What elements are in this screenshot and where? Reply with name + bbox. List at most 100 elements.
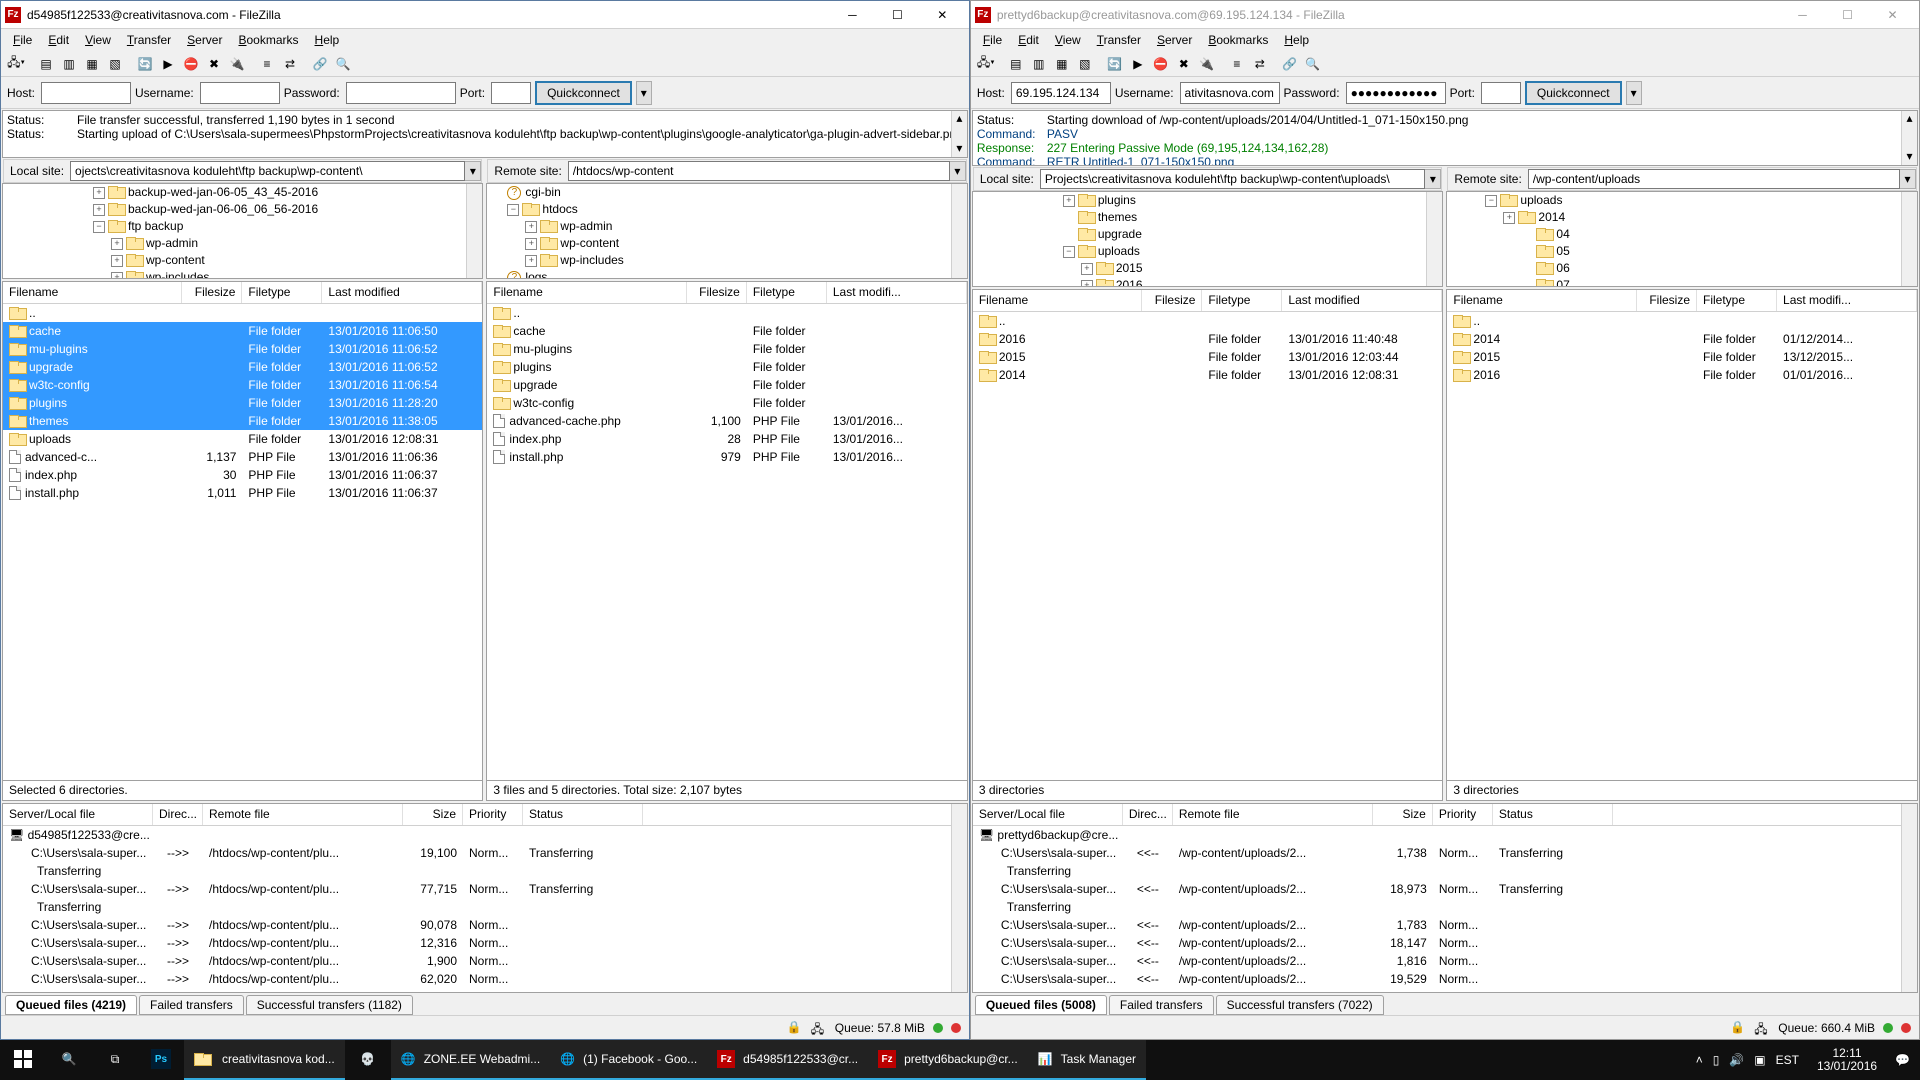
file-row[interactable]: cacheFile folder [487, 322, 966, 340]
tree-node[interactable]: ?cgi-bin [487, 184, 966, 201]
sitemanager-icon[interactable]: 🖧▾ [5, 53, 27, 75]
local-tree[interactable]: +pluginsthemesupgrade−uploads+2015+2016w… [972, 191, 1444, 287]
search-button[interactable]: 🔍 [46, 1040, 92, 1080]
column-header[interactable]: Last modifi... [1777, 290, 1917, 311]
menu-item-transfer[interactable]: Transfer [119, 31, 179, 49]
tree-node[interactable]: +2014 [1447, 209, 1917, 226]
file-row[interactable]: index.php28PHP File13/01/2016... [487, 430, 966, 448]
column-header[interactable]: Filesize [1142, 290, 1202, 311]
disconnect-icon[interactable]: ✖ [203, 53, 225, 75]
menu-item-server[interactable]: Server [179, 31, 230, 49]
reconnect-icon[interactable]: 🔌 [1196, 53, 1218, 75]
remote-site-input[interactable] [568, 161, 950, 181]
file-row[interactable]: mu-pluginsFile folder [487, 340, 966, 358]
maximize-button[interactable]: ☐ [1825, 1, 1870, 29]
column-header[interactable]: Status [1493, 804, 1613, 825]
file-row[interactable]: upgradeFile folder [487, 376, 966, 394]
remote-tree[interactable]: ?cgi-bin−htdocs+wp-admin+wp-content+wp-i… [486, 183, 967, 279]
expand-icon[interactable]: + [1503, 212, 1515, 224]
column-header[interactable]: Direc... [1123, 804, 1173, 825]
queue-row[interactable]: C:\Users\sala-super...-->>/htdocs/wp-con… [3, 952, 967, 970]
expand-icon[interactable]: + [1081, 280, 1093, 288]
queue-row[interactable]: C:\Users\sala-super...<<--/wp-content/up… [973, 934, 1917, 952]
queue-tab[interactable]: Queued files (5008) [975, 995, 1107, 1015]
column-header[interactable]: Remote file [203, 804, 403, 825]
quickconnect-dropdown[interactable]: ▾ [1626, 81, 1642, 105]
file-row[interactable]: 2015File folder13/12/2015... [1447, 348, 1917, 366]
column-header[interactable]: Remote file [1173, 804, 1373, 825]
column-header[interactable]: Filesize [1637, 290, 1697, 311]
expand-icon[interactable]: + [93, 187, 105, 199]
close-button[interactable]: ✕ [1870, 1, 1915, 29]
queue-row[interactable]: C:\Users\sala-super...<<--/wp-content/up… [973, 880, 1917, 898]
username-input[interactable] [1180, 82, 1280, 104]
file-row[interactable]: cacheFile folder13/01/2016 11:06:50 [3, 322, 482, 340]
quickconnect-dropdown[interactable]: ▾ [636, 81, 652, 105]
tray-notifications-icon[interactable]: 💬 [1895, 1053, 1910, 1067]
file-row[interactable]: mu-pluginsFile folder13/01/2016 11:06:52 [3, 340, 482, 358]
toggle-log-icon[interactable]: ▤ [1005, 53, 1027, 75]
toggle-local-tree-icon[interactable]: ▥ [1028, 53, 1050, 75]
tree-node[interactable]: +plugins [973, 192, 1443, 209]
taskbar-filezilla-1[interactable]: Fzd54985f122533@cr... [707, 1040, 868, 1080]
file-row[interactable]: pluginsFile folder13/01/2016 11:28:20 [3, 394, 482, 412]
port-input[interactable] [1481, 82, 1521, 104]
toggle-queue-icon[interactable]: ▧ [104, 53, 126, 75]
column-header[interactable]: Priority [1433, 804, 1493, 825]
taskbar-chrome-2[interactable]: 🌐(1) Facebook - Goo... [550, 1040, 707, 1080]
system-tray[interactable]: ˄ ▯ 🔊 ▣ EST 12:11 13/01/2016 💬 [1686, 1047, 1920, 1073]
taskbar-photoshop[interactable]: Ps [138, 1040, 184, 1080]
column-header[interactable]: Filename [487, 282, 686, 303]
queue-row[interactable]: C:\Users\sala-super...<<--/wp-content/up… [973, 988, 1917, 993]
column-header[interactable]: Filetype [1202, 290, 1282, 311]
expand-icon[interactable]: − [93, 221, 105, 233]
file-row[interactable]: .. [973, 312, 1443, 330]
menu-item-help[interactable]: Help [307, 31, 348, 49]
expand-icon[interactable]: − [507, 204, 519, 216]
column-header[interactable]: Status [523, 804, 643, 825]
taskbar-filezilla-2[interactable]: Fzprettyd6backup@cr... [868, 1040, 1028, 1080]
menu-item-bookmarks[interactable]: Bookmarks [1200, 31, 1276, 49]
tree-node[interactable]: +backup-wed-jan-06-05_43_45-2016 [3, 184, 482, 201]
queue-row[interactable]: C:\Users\sala-super...<<--/wp-content/up… [973, 844, 1917, 862]
transfer-queue[interactable]: Server/Local fileDirec...Remote fileSize… [972, 803, 1918, 993]
start-button[interactable] [0, 1040, 46, 1080]
tree-node[interactable]: +backup-wed-jan-06-06_06_56-2016 [3, 201, 482, 218]
compare-icon[interactable]: ⇄ [279, 53, 301, 75]
quickconnect-button[interactable]: Quickconnect [535, 81, 632, 105]
username-input[interactable] [200, 82, 280, 104]
menu-item-edit[interactable]: Edit [1010, 31, 1047, 49]
column-header[interactable]: Filetype [1697, 290, 1777, 311]
queue-tab[interactable]: Queued files (4219) [5, 995, 137, 1015]
column-header[interactable]: Filesize [687, 282, 747, 303]
column-header[interactable]: Filename [1447, 290, 1637, 311]
taskview-button[interactable]: ⧉ [92, 1040, 138, 1080]
tray-clock[interactable]: 12:11 13/01/2016 [1809, 1047, 1885, 1073]
tree-node[interactable]: 04 [1447, 226, 1917, 243]
file-row[interactable]: .. [3, 304, 482, 322]
queue-row[interactable]: C:\Users\sala-super...-->>/htdocs/wp-con… [3, 934, 967, 952]
dropdown-icon[interactable]: ▾ [1900, 169, 1916, 189]
password-input[interactable] [1346, 82, 1446, 104]
message-log[interactable]: Status:Starting download of /wp-content/… [972, 110, 1918, 166]
expand-icon[interactable]: + [525, 238, 537, 250]
taskbar-chrome-1[interactable]: 🌐ZONE.EE Webadmi... [391, 1040, 550, 1080]
tree-node[interactable]: +2015 [973, 260, 1443, 277]
column-header[interactable]: Priority [463, 804, 523, 825]
taskbar-taskmanager[interactable]: 📊Task Manager [1028, 1040, 1146, 1080]
local-tree[interactable]: +backup-wed-jan-06-05_43_45-2016+backup-… [2, 183, 483, 279]
toggle-local-tree-icon[interactable]: ▥ [58, 53, 80, 75]
close-button[interactable]: ✕ [920, 1, 965, 29]
file-row[interactable]: 2016File folder01/01/2016... [1447, 366, 1917, 384]
column-header[interactable]: Filename [973, 290, 1143, 311]
tray-battery-icon[interactable]: ▯ [1713, 1053, 1720, 1067]
dropdown-icon[interactable]: ▾ [950, 161, 966, 181]
local-file-list[interactable]: FilenameFilesizeFiletypeLast modified ..… [2, 281, 483, 781]
sync-browse-icon[interactable]: 🔗 [309, 53, 331, 75]
file-row[interactable]: advanced-c...1,137PHP File13/01/2016 11:… [3, 448, 482, 466]
menu-item-view[interactable]: View [1047, 31, 1089, 49]
local-site-input[interactable] [70, 161, 465, 181]
tree-node[interactable]: +wp-content [487, 235, 966, 252]
tree-node[interactable]: upgrade [973, 226, 1443, 243]
expand-icon[interactable]: + [525, 221, 537, 233]
